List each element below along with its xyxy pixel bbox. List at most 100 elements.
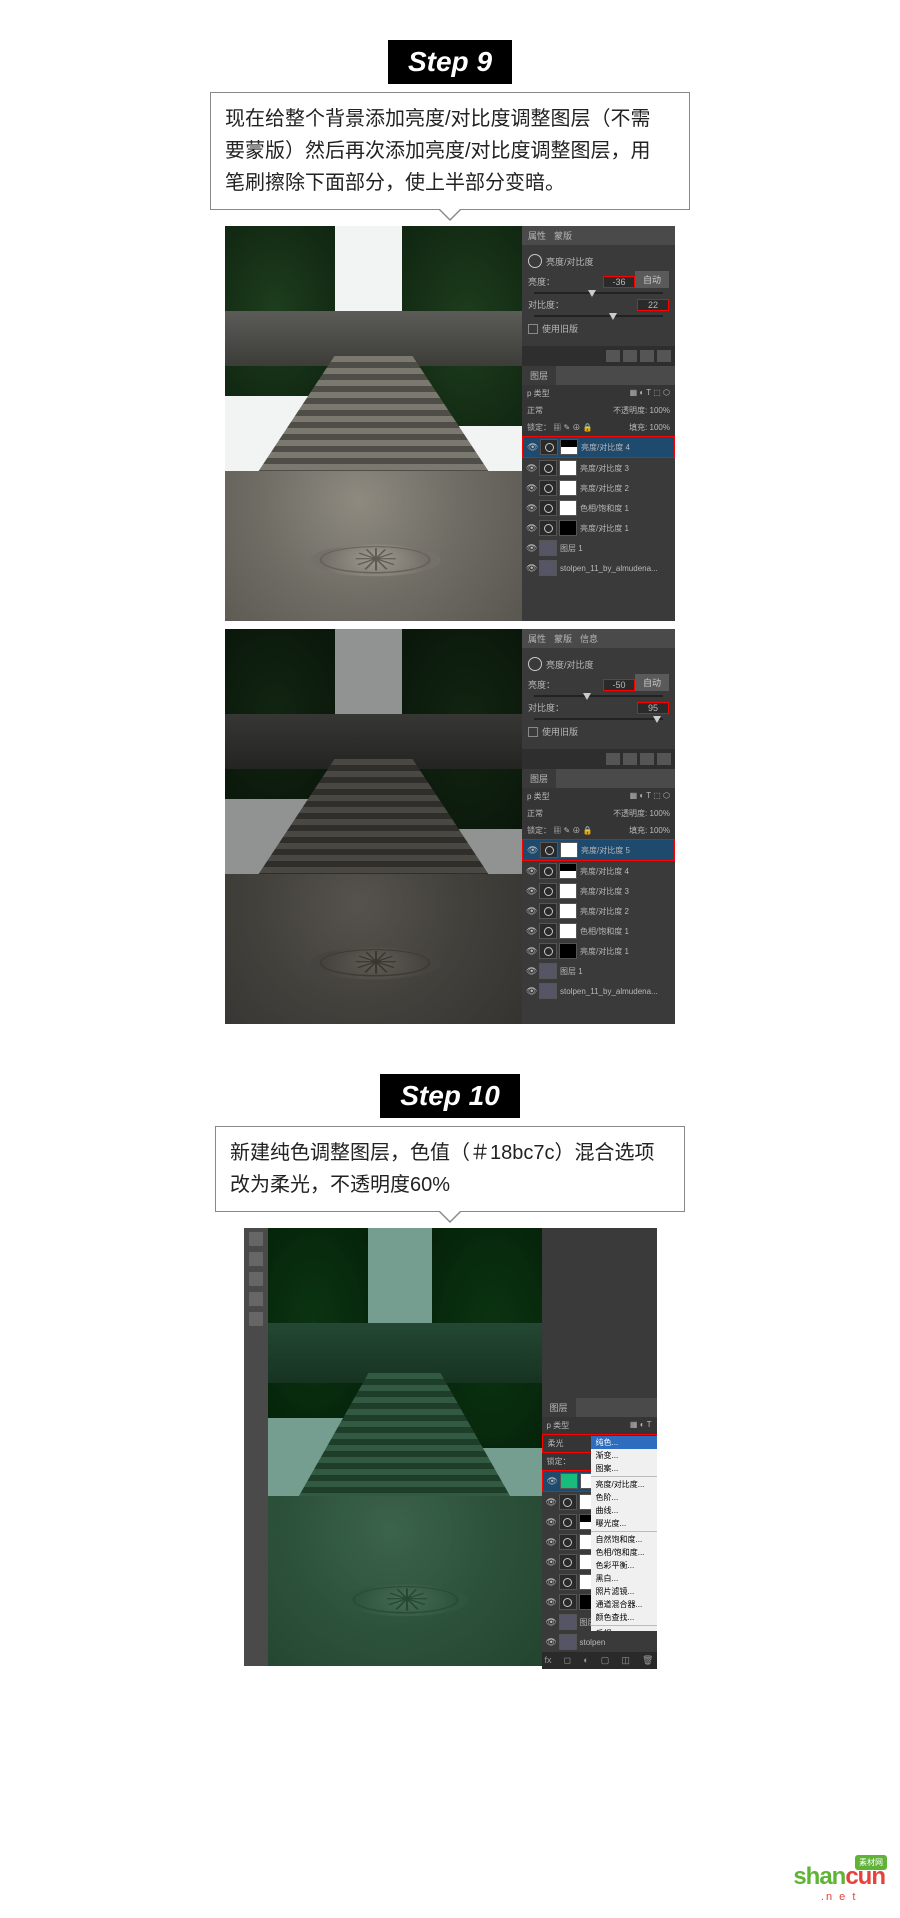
- trash-icon[interactable]: [657, 753, 671, 765]
- opacity-value[interactable]: 100%: [650, 406, 670, 415]
- layer-item[interactable]: 👁亮度/对比度 3: [522, 881, 675, 901]
- visibility-icon[interactable]: 👁: [526, 463, 536, 474]
- folder-icon[interactable]: ▢: [601, 1655, 610, 1666]
- dropdown-item[interactable]: 色阶...: [591, 1491, 657, 1504]
- visibility-icon[interactable]: 👁: [526, 926, 536, 937]
- layer-item[interactable]: 👁亮度/对比度 2: [522, 901, 675, 921]
- contrast-value[interactable]: 95: [637, 702, 669, 714]
- visibility-icon[interactable]: 👁: [526, 866, 536, 877]
- layer-item[interactable]: 👁stolpen_11_by_almudena...: [522, 558, 675, 578]
- dropdown-item[interactable]: 通道混合器...: [591, 1598, 657, 1611]
- visibility-icon[interactable]: 👁: [526, 483, 536, 494]
- tab-properties[interactable]: 属性: [528, 229, 546, 242]
- reset-icon[interactable]: [640, 753, 654, 765]
- layer-item[interactable]: 👁亮度/对比度 4: [522, 436, 675, 458]
- visibility-icon[interactable]: 👁: [526, 946, 536, 957]
- eye-icon[interactable]: [623, 350, 637, 362]
- layer-item[interactable]: 👁stolpen: [542, 1632, 657, 1652]
- visibility-icon[interactable]: 👁: [546, 1577, 556, 1588]
- dropdown-item[interactable]: 色相/饱和度...: [591, 1546, 657, 1559]
- layer-item[interactable]: 👁色相/饱和度 1: [522, 498, 675, 518]
- brightness-slider[interactable]: 亮度： -36: [528, 271, 635, 292]
- dropdown-item[interactable]: 曝光度...: [591, 1517, 657, 1530]
- visibility-icon[interactable]: 👁: [546, 1517, 556, 1528]
- brightness-slider[interactable]: 亮度： -50: [528, 674, 635, 695]
- clip-icon[interactable]: [606, 350, 620, 362]
- visibility-icon[interactable]: 👁: [526, 966, 536, 977]
- fill-value[interactable]: 100%: [650, 826, 670, 835]
- panel-icon[interactable]: [249, 1272, 263, 1286]
- auto-button[interactable]: 自动: [635, 674, 669, 691]
- dropdown-item[interactable]: 反相: [591, 1627, 657, 1631]
- auto-button[interactable]: 自动: [635, 271, 669, 288]
- brightness-value[interactable]: -50: [603, 679, 635, 691]
- opacity-value[interactable]: 100%: [650, 809, 670, 818]
- dropdown-item[interactable]: 亮度/对比度...: [591, 1478, 657, 1491]
- layer-item[interactable]: 👁图层 1: [522, 961, 675, 981]
- tab-mask[interactable]: 蒙版: [554, 632, 572, 645]
- layer-item[interactable]: 👁亮度/对比度 5: [522, 839, 675, 861]
- visibility-icon[interactable]: 👁: [526, 563, 536, 574]
- mask-icon[interactable]: ◻: [564, 1655, 571, 1666]
- contrast-value[interactable]: 22: [637, 299, 669, 311]
- visibility-icon[interactable]: 👁: [546, 1597, 556, 1608]
- contrast-slider[interactable]: 对比度： 95: [528, 697, 669, 718]
- blend-mode[interactable]: 正常: [527, 405, 543, 416]
- layer-item[interactable]: 👁图层 1: [522, 538, 675, 558]
- tab-layers[interactable]: 图层: [522, 769, 556, 788]
- legacy-checkbox[interactable]: [528, 727, 538, 737]
- layer-item[interactable]: 👁色相/饱和度 1: [522, 921, 675, 941]
- dropdown-item[interactable]: 照片滤镜...: [591, 1585, 657, 1598]
- dropdown-item[interactable]: 色彩平衡...: [591, 1559, 657, 1572]
- kind-filter[interactable]: p 类型: [527, 388, 550, 399]
- dropdown-item[interactable]: 自然饱和度...: [591, 1533, 657, 1546]
- brightness-value[interactable]: -36: [603, 276, 635, 288]
- visibility-icon[interactable]: 👁: [527, 442, 537, 453]
- kind-filter[interactable]: p 类型: [547, 1420, 570, 1431]
- visibility-icon[interactable]: 👁: [526, 906, 536, 917]
- tab-layers[interactable]: 图层: [542, 1398, 576, 1417]
- visibility-icon[interactable]: 👁: [526, 986, 536, 997]
- panel-icon[interactable]: [249, 1312, 263, 1326]
- new-layer-icon[interactable]: ◫: [621, 1655, 630, 1666]
- reset-icon[interactable]: [640, 350, 654, 362]
- blend-mode[interactable]: 正常: [527, 808, 543, 819]
- adjustment-dropdown[interactable]: 纯色...渐变...图案...亮度/对比度...色阶...曲线...曝光度...…: [591, 1436, 657, 1631]
- fx-icon[interactable]: fx: [545, 1655, 552, 1666]
- tab-properties[interactable]: 属性: [528, 632, 546, 645]
- trash-icon[interactable]: 🗑: [642, 1655, 653, 1666]
- dropdown-item[interactable]: 纯色...: [591, 1436, 657, 1449]
- dropdown-item[interactable]: 黑白...: [591, 1572, 657, 1585]
- visibility-icon[interactable]: 👁: [546, 1637, 556, 1648]
- layer-item[interactable]: 👁亮度/对比度 2: [522, 478, 675, 498]
- contrast-slider[interactable]: 对比度： 22: [528, 294, 669, 315]
- tab-info[interactable]: 信息: [580, 632, 598, 645]
- panel-icon[interactable]: [249, 1232, 263, 1246]
- panel-icon[interactable]: [249, 1252, 263, 1266]
- visibility-icon[interactable]: 👁: [526, 543, 536, 554]
- blend-mode[interactable]: 柔光: [548, 1438, 564, 1449]
- panel-icon[interactable]: [249, 1292, 263, 1306]
- visibility-icon[interactable]: 👁: [546, 1557, 556, 1568]
- visibility-icon[interactable]: 👁: [526, 503, 536, 514]
- fill-value[interactable]: 100%: [650, 423, 670, 432]
- layer-item[interactable]: 👁亮度/对比度 3: [522, 458, 675, 478]
- kind-filter[interactable]: p 类型: [527, 791, 550, 802]
- eye-icon[interactable]: [623, 753, 637, 765]
- visibility-icon[interactable]: 👁: [526, 886, 536, 897]
- legacy-checkbox[interactable]: [528, 324, 538, 334]
- layer-item[interactable]: 👁亮度/对比度 1: [522, 941, 675, 961]
- dropdown-item[interactable]: 图案...: [591, 1462, 657, 1475]
- clip-icon[interactable]: [606, 753, 620, 765]
- visibility-icon[interactable]: 👁: [547, 1476, 557, 1487]
- tab-mask[interactable]: 蒙版: [554, 229, 572, 242]
- visibility-icon[interactable]: 👁: [527, 845, 537, 856]
- layer-item[interactable]: 👁stolpen_11_by_almudena...: [522, 981, 675, 1001]
- dropdown-item[interactable]: 渐变...: [591, 1449, 657, 1462]
- layer-item[interactable]: 👁亮度/对比度 4: [522, 861, 675, 881]
- trash-icon[interactable]: [657, 350, 671, 362]
- adjustment-icon[interactable]: ◐: [583, 1655, 588, 1666]
- dropdown-item[interactable]: 颜色查找...: [591, 1611, 657, 1624]
- tab-layers[interactable]: 图层: [522, 366, 556, 385]
- visibility-icon[interactable]: 👁: [546, 1617, 556, 1628]
